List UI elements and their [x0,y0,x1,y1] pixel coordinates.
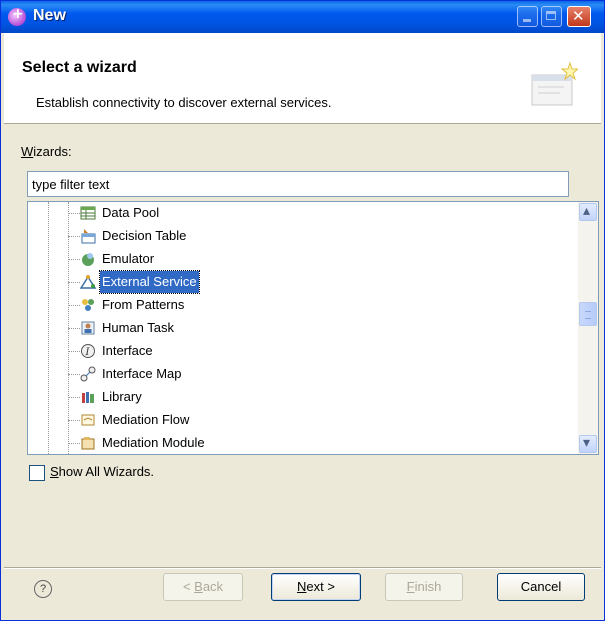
mediation-module-icon [81,437,95,450]
tree-item-mediation-flow[interactable]: Mediation Flow [28,409,578,431]
back-button[interactable]: < Back [163,573,243,601]
tree-item-label: Interface [102,343,153,358]
tree-item-mediation-module[interactable]: Mediation Module [28,432,578,454]
tree-item-label: Emulator [102,251,155,266]
tree-connector [68,374,80,375]
emulator-icon [82,253,94,266]
new-wizard-graphic-icon [531,61,578,106]
interface-icon: I [81,344,95,358]
tree-item-label: Decision Table [102,228,187,243]
tree-item-label: External Service [99,270,200,294]
tree-connector [68,328,80,329]
tree-item-decision-table[interactable]: Decision Table [28,225,578,247]
tree-connector [68,213,80,214]
wizards-label: Wizards: [21,144,72,159]
tree-item-external-service[interactable]: External Service [28,270,578,294]
tree-scrollbar[interactable] [578,202,598,454]
close-button[interactable] [567,6,591,27]
tree-connector [68,397,80,398]
patterns-icon [82,299,94,311]
tree-connector [68,420,80,421]
tree-item-label: Human Task [102,320,175,335]
window-title: New [33,7,66,24]
checkbox-box[interactable] [29,465,45,481]
tree-item-from-patterns[interactable]: From Patterns [28,294,578,316]
banner-title: Select a wizard [22,59,137,76]
tree-item-emulator[interactable]: Emulator [28,248,578,270]
tree-item-label: Mediation Module [102,435,205,450]
help-icon[interactable]: ? [34,580,52,598]
tree-connector [68,351,80,352]
filter-input[interactable] [27,171,569,197]
tree-connector [68,282,80,283]
interface-map-icon [80,366,96,382]
finish-button[interactable]: Finish [385,573,463,601]
tree-item-label: Data Pool [102,205,160,220]
tree-connector [68,305,80,306]
wizard-banner: Select a wizard Establish connectivity t… [4,33,601,124]
new-wizard-icon [8,6,26,26]
minimize-button[interactable] [517,6,538,27]
tree-item-library[interactable]: Library [28,386,578,408]
library-icon [82,392,94,403]
next-button[interactable]: Next > [271,573,361,601]
tree-item-interface-map[interactable]: Interface Map [28,363,578,385]
tree-item-label: Library [102,389,142,404]
tree-item-label: From Patterns [102,297,185,312]
title-bar[interactable]: New [1,1,604,33]
table-icon [80,206,96,220]
scroll-thumb[interactable] [579,302,597,326]
tree-connector [68,259,80,260]
button-bar-separator [4,567,601,569]
tree-item-interface[interactable]: I Interface [28,340,578,362]
tree-connector [68,236,80,237]
wizards-tree[interactable]: Data Pool Decision Table Emulator Extern… [27,201,599,455]
tree-item-label: Mediation Flow [102,412,190,427]
cancel-button[interactable]: Cancel [497,573,585,601]
human-task-icon [81,321,95,335]
mediation-flow-icon [81,414,95,426]
maximize-button[interactable] [541,6,562,27]
tree-connector [68,443,80,444]
tree-item-human-task[interactable]: Human Task [28,317,578,339]
tree-item-label: Interface Map [102,366,182,381]
show-all-wizards-label: Show All Wizards. [50,464,155,479]
new-wizard-dialog: New Select a wizard Establish connectivi… [0,0,605,621]
decision-table-icon [81,229,96,244]
scroll-down-arrow-icon[interactable] [579,435,597,453]
tree-item-data-pool[interactable]: Data Pool [28,202,578,224]
external-service-icon [80,275,96,289]
scroll-up-arrow-icon[interactable] [579,203,597,221]
banner-description: Establish connectivity to discover exter… [36,95,332,110]
